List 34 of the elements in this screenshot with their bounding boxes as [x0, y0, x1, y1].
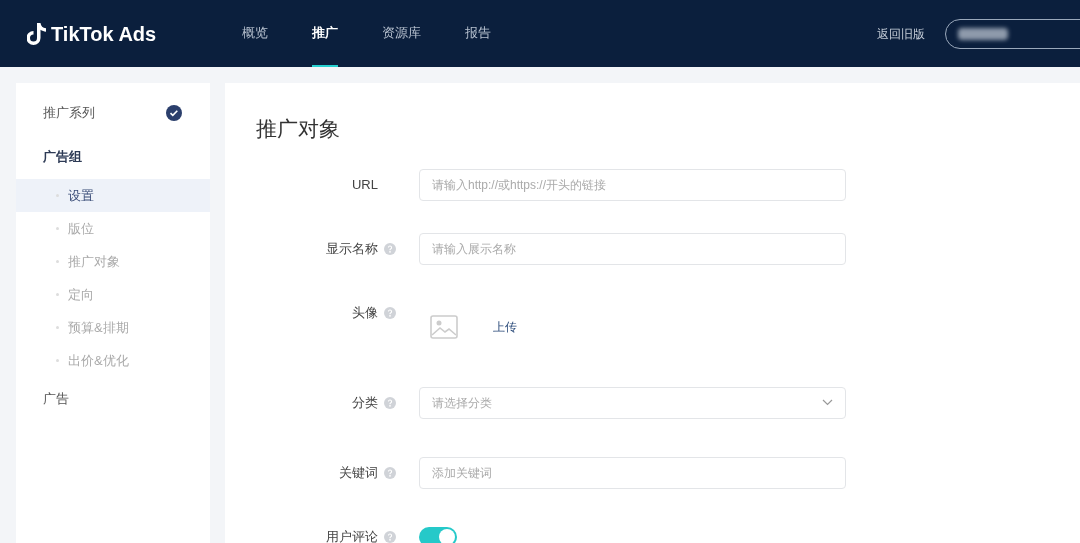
image-icon: [430, 314, 458, 339]
field-label: 显示名称: [326, 239, 378, 258]
text-field[interactable]: 请输入展示名称: [419, 232, 846, 265]
help-icon[interactable]: [384, 306, 396, 319]
sidebar-section[interactable]: 广告: [16, 377, 210, 421]
chevron-down-icon: [822, 399, 833, 406]
note-logo-icon: [27, 21, 47, 46]
nav-tab[interactable]: 推广: [312, 0, 338, 67]
section-label: 广告组: [43, 148, 82, 167]
text-field[interactable]: 请输入http://或https://开头的链接: [419, 168, 846, 201]
upload-link[interactable]: 上传: [493, 317, 517, 336]
nav-tab[interactable]: 概览: [242, 0, 268, 67]
field-label: 用户评论: [326, 527, 378, 543]
nav-tab[interactable]: 资源库: [382, 0, 421, 67]
sidebar-step[interactable]: 设置: [16, 179, 210, 212]
field-label: 关键词: [339, 463, 378, 482]
logo-text: TikTok Ads: [51, 21, 157, 47]
help-icon[interactable]: [384, 396, 396, 409]
help-icon[interactable]: [384, 242, 396, 255]
help-icon[interactable]: [384, 530, 396, 543]
section-label: 推广系列: [43, 104, 95, 123]
form-title: 推广对象: [256, 116, 341, 142]
field-label: URL: [352, 175, 378, 194]
field-label: 头像: [352, 303, 378, 322]
toggle-switch[interactable]: [419, 526, 457, 543]
nav-tab[interactable]: 报告: [465, 0, 491, 67]
blurred-account: [958, 27, 1008, 40]
help-icon[interactable]: [384, 466, 396, 479]
section-label: 广告: [43, 390, 69, 409]
field-label: 分类: [352, 393, 378, 412]
text-field[interactable]: 添加关键词: [419, 456, 846, 489]
sidebar-section[interactable]: 广告组: [16, 135, 210, 179]
sidebar-section[interactable]: 推广系列: [16, 91, 210, 135]
back-link[interactable]: 返回旧版: [877, 24, 925, 43]
